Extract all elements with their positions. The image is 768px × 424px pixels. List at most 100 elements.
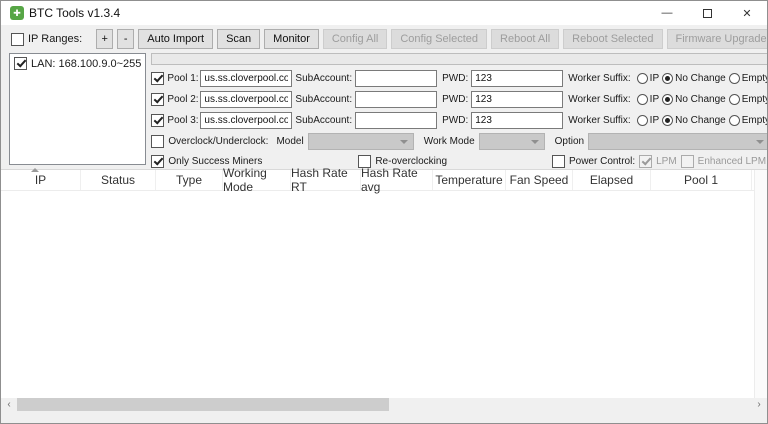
scroll-left-icon[interactable]: ‹ (1, 398, 17, 411)
lan-range-label: LAN: 168.100.9.0~255 (31, 58, 141, 70)
column-header-temperature[interactable]: Temperature (433, 170, 506, 190)
toolbar-button-scan[interactable]: Scan (217, 29, 260, 49)
pool-checkbox[interactable] (151, 72, 164, 85)
column-header-working-mode[interactable]: Working Mode (223, 170, 291, 190)
config-area: LAN: 168.100.9.0~255 Pool 1: SubAccount:… (1, 53, 767, 169)
pool-checkbox[interactable] (151, 114, 164, 127)
minimize-button[interactable]: — (647, 1, 687, 25)
only-success-label: Only Success Miners (168, 156, 262, 167)
column-header-ip[interactable]: IP (1, 170, 81, 190)
column-header-pool-1[interactable]: Pool 1 (651, 170, 752, 190)
pwd-label: PWD: (442, 73, 468, 84)
column-header-fan-speed[interactable]: Fan Speed (506, 170, 573, 190)
pool-url-input[interactable] (200, 91, 292, 108)
horizontal-scrollbar: ‹ › (1, 398, 767, 411)
worker-suffix-option-ip[interactable]: IP (637, 115, 659, 126)
worker-suffix-options: IP No Change Empty (634, 94, 768, 105)
column-header-type[interactable]: Type (156, 170, 223, 190)
lan-range-item[interactable]: LAN: 168.100.9.0~255 (14, 57, 141, 70)
worker-suffix-option-ip[interactable]: IP (637, 73, 659, 84)
model-dropdown (308, 133, 414, 150)
pool-url-input[interactable] (200, 70, 292, 87)
worker-suffix-option-ip[interactable]: IP (637, 94, 659, 105)
miner-table: IPStatusTypeWorking ModeHash Rate RTHash… (1, 169, 767, 411)
column-header-elapsed[interactable]: Elapsed (573, 170, 651, 190)
worker-suffix-options: IPNo Change Empty (634, 115, 768, 126)
pool-checkbox[interactable] (151, 93, 164, 106)
worker-suffix-options: IP No Change Empty (634, 73, 768, 84)
ip-ranges-checkbox[interactable] (11, 33, 24, 46)
pwd-input[interactable] (471, 70, 563, 87)
close-button[interactable]: ✕ (727, 1, 767, 25)
pool-url-input[interactable] (200, 112, 292, 129)
worker-suffix-option-no-change[interactable]: No Change (662, 94, 726, 105)
worker-suffix-label: Worker Suffix: (568, 94, 630, 105)
radio-label: IP (650, 73, 659, 84)
scrollbar-thumb[interactable] (17, 398, 389, 411)
pool-row: Pool 2: SubAccount: PWD: Worker Suffix: … (151, 90, 768, 108)
radio-label: Empty (742, 94, 768, 105)
maximize-button[interactable] (687, 1, 727, 25)
pwd-input[interactable] (471, 112, 563, 129)
worker-suffix-label: Worker Suffix: (568, 115, 630, 126)
overclock-label: Overclock/Underclock: (168, 136, 268, 147)
scroll-right-icon[interactable]: › (751, 398, 767, 411)
radio-label: Empty (742, 115, 768, 126)
subaccount-input[interactable] (355, 91, 437, 108)
toolbar-button--[interactable]: + (96, 29, 113, 49)
overclock-checkbox[interactable] (151, 135, 164, 148)
worker-suffix-option-empty[interactable]: Empty (729, 94, 768, 105)
option-dropdown (588, 133, 768, 150)
radio-label: Empty (742, 73, 768, 84)
toolbar: IP Ranges: +-Auto ImportScanMonitorConfi… (1, 25, 767, 53)
radio-icon (662, 73, 673, 84)
re-overclocking-label: Re-overclocking (375, 156, 447, 167)
status-strip (1, 411, 767, 423)
radio-icon (729, 73, 740, 84)
worker-suffix-option-no-change[interactable]: No Change (662, 115, 726, 126)
subaccount-input[interactable] (355, 70, 437, 87)
option-label: Option (555, 136, 584, 147)
titlebar: ✚ BTC Tools v1.3.4 — ✕ (1, 1, 767, 25)
radio-icon (729, 115, 740, 126)
worker-suffix-option-no-change[interactable]: No Change (662, 73, 726, 84)
radio-label: No Change (675, 73, 726, 84)
subaccount-input[interactable] (355, 112, 437, 129)
pwd-input[interactable] (471, 91, 563, 108)
subaccount-label: SubAccount: (295, 94, 352, 105)
pool-rows: Pool 1: SubAccount: PWD: Worker Suffix: … (151, 69, 768, 132)
radio-label: No Change (675, 94, 726, 105)
radio-icon (637, 115, 648, 126)
table-header-row: IPStatusTypeWorking ModeHash Rate RTHash… (1, 170, 767, 191)
toolbar-button-auto-import[interactable]: Auto Import (138, 29, 213, 49)
column-header-hash-rate-rt[interactable]: Hash Rate RT (291, 170, 361, 190)
column-header-status[interactable]: Status (81, 170, 156, 190)
pwd-label: PWD: (442, 115, 468, 126)
pool-label: Pool 1: (167, 73, 197, 84)
lpm-label: LPM (656, 156, 677, 167)
lan-range-checkbox[interactable] (14, 57, 27, 70)
only-success-checkbox[interactable] (151, 155, 164, 168)
worker-suffix-option-empty[interactable]: Empty (729, 73, 768, 84)
model-label: Model (276, 136, 303, 147)
pool-row: Pool 3: SubAccount: PWD: Worker Suffix: … (151, 111, 768, 129)
table-body (1, 191, 767, 398)
toolbar-button-config-all: Config All (323, 29, 387, 49)
toolbar-button-firmware-upgrade: Firmware Upgrade (667, 29, 768, 49)
toolbar-button--[interactable]: - (117, 29, 134, 49)
pool-label: Pool 2: (167, 94, 197, 105)
worker-suffix-label: Worker Suffix: (568, 73, 630, 84)
radio-icon (662, 115, 673, 126)
worker-suffix-option-empty[interactable]: Empty (729, 115, 768, 126)
radio-icon (729, 94, 740, 105)
vertical-scrollbar[interactable] (754, 170, 767, 398)
window-title: BTC Tools v1.3.4 (29, 6, 120, 20)
ip-ranges-label: IP Ranges: (28, 33, 82, 45)
column-header-hash-rate-avg[interactable]: Hash Rate avg (361, 170, 433, 190)
overclock-row: Overclock/Underclock: Model Work Mode Op… (151, 132, 768, 150)
pool-panel: Pool 1: SubAccount: PWD: Worker Suffix: … (151, 53, 768, 169)
minimize-icon: — (662, 7, 673, 19)
toolbar-button-monitor[interactable]: Monitor (264, 29, 319, 49)
close-icon: ✕ (742, 7, 751, 20)
power-control-checkbox[interactable] (552, 155, 565, 168)
